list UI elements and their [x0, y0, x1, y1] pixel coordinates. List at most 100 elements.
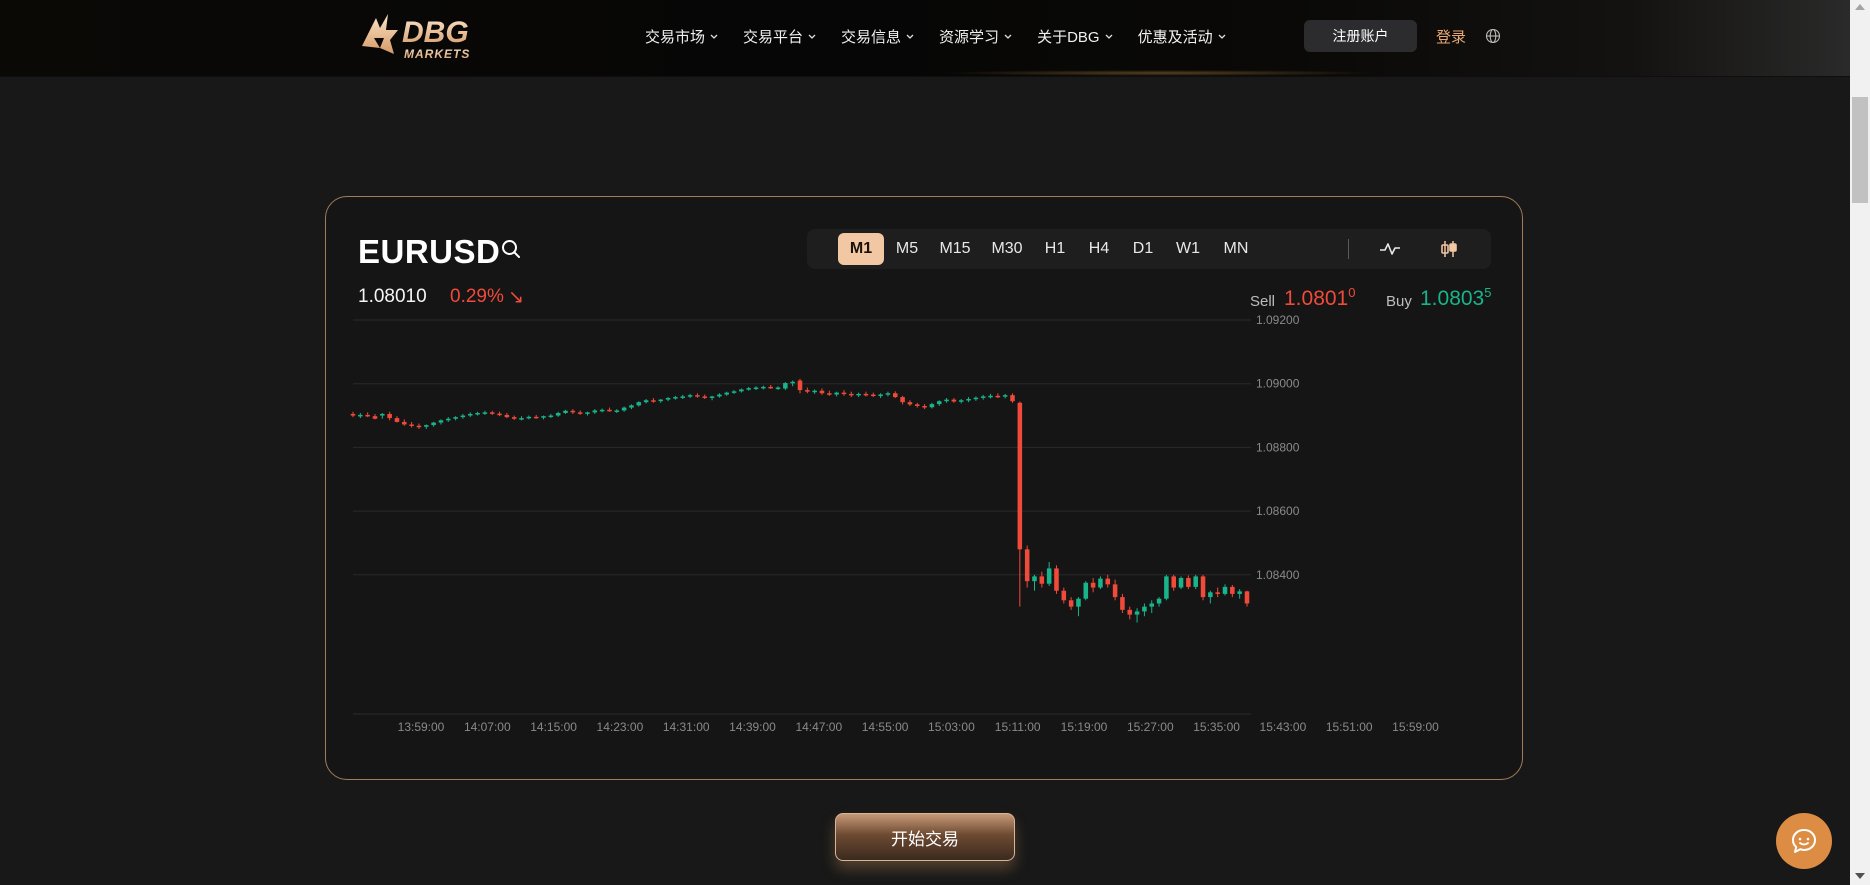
candle: [599, 408, 605, 413]
candle: [856, 392, 861, 398]
candle-body: [358, 414, 363, 417]
candle: [783, 382, 788, 391]
globe-icon[interactable]: [1485, 28, 1501, 44]
candle: [1090, 577, 1096, 593]
candle: [394, 416, 400, 423]
candle: [1002, 393, 1008, 399]
candle-body: [350, 413, 356, 416]
register-account-button[interactable]: 注册账户: [1304, 20, 1417, 52]
candle-body: [402, 421, 407, 425]
scrollbar-thumb[interactable]: [1852, 97, 1868, 203]
candle: [966, 397, 971, 403]
candle-body: [1061, 590, 1067, 601]
candle-body: [497, 413, 502, 416]
candle: [424, 424, 429, 429]
scroll-up-arrow-icon[interactable]: [1855, 4, 1865, 10]
candle: [775, 386, 781, 391]
candle: [739, 388, 744, 393]
candle-body: [797, 380, 803, 391]
candle: [819, 388, 825, 395]
candle-body: [643, 400, 649, 403]
candle: [1032, 574, 1037, 591]
candle: [372, 413, 378, 420]
nav-item-trading-info[interactable]: 交易信息: [841, 26, 915, 47]
candle: [614, 409, 620, 414]
candle-body: [907, 402, 913, 405]
candle-body: [995, 395, 1001, 398]
nav-item-label: 资源学习: [939, 28, 1000, 46]
candle: [526, 415, 532, 420]
nav-item-about[interactable]: 关于DBG: [1037, 26, 1114, 47]
candle: [702, 394, 708, 399]
candle-body: [761, 386, 766, 389]
candle: [1186, 575, 1191, 590]
candle: [548, 413, 554, 419]
candle: [907, 400, 913, 406]
live-chat-button[interactable]: [1776, 813, 1832, 869]
candle-body: [1120, 597, 1125, 610]
candle: [658, 398, 664, 403]
candle-body: [936, 401, 942, 405]
nav-item-promotions[interactable]: 优惠及活动: [1138, 26, 1227, 47]
candle-body: [1142, 606, 1147, 612]
candle-body: [1200, 576, 1206, 598]
scroll-down-arrow-icon[interactable]: [1855, 873, 1865, 879]
candle-body: [885, 393, 891, 395]
dbg-logo[interactable]: DBG MARKETS: [358, 8, 504, 64]
x-tick-label: 14:47:00: [795, 720, 842, 734]
candle: [1039, 571, 1045, 588]
candle-body: [695, 395, 700, 397]
candle-body: [1083, 582, 1089, 599]
candle: [460, 413, 466, 419]
candle-body: [922, 405, 927, 408]
x-tick-label: 14:23:00: [597, 720, 644, 734]
candle-body: [1215, 592, 1220, 594]
candle: [687, 393, 693, 399]
candle: [467, 412, 473, 418]
candle-body: [658, 399, 664, 402]
candle: [497, 411, 502, 417]
x-tick-label: 15:27:00: [1127, 720, 1174, 734]
candle-body: [702, 396, 708, 398]
candle-body: [1068, 600, 1074, 607]
candle-body: [724, 392, 729, 395]
candle: [892, 391, 898, 399]
candle: [1142, 603, 1147, 617]
candle: [541, 415, 546, 420]
candle-body: [431, 422, 436, 426]
nav-item-platforms[interactable]: 交易平台: [743, 26, 817, 47]
quote-card: EURUSD 1.08010 0.29% ↘ M1 M5 M15 M30 H1 …: [325, 196, 1523, 780]
candle-body: [438, 420, 444, 423]
candle-body: [856, 393, 861, 396]
candle-body: [585, 412, 590, 414]
candle-body: [1039, 576, 1045, 584]
candle-body: [387, 413, 392, 419]
candle-body: [511, 417, 517, 419]
login-link[interactable]: 登录: [1436, 26, 1466, 47]
x-tick-label: 15:35:00: [1193, 720, 1240, 734]
candle: [841, 390, 847, 396]
candle: [482, 410, 488, 415]
candle: [812, 389, 817, 394]
candle: [980, 394, 986, 400]
candle: [533, 414, 539, 419]
candle-body: [460, 415, 466, 418]
chevron-down-icon: [808, 34, 816, 39]
candle-body: [731, 391, 737, 393]
candle: [995, 393, 1001, 399]
x-tick-label: 15:43:00: [1260, 720, 1307, 734]
main-nav: 交易市场 交易平台 交易信息 资源学习 关于DBG 优惠及活动: [645, 0, 1251, 72]
candle: [519, 416, 524, 421]
nav-item-markets[interactable]: 交易市场: [645, 26, 719, 47]
candlestick-chart[interactable]: 1.09200 1.09000 1.08800 1.08600 1.08400 13:5…: [326, 197, 1522, 779]
candle-body: [424, 425, 429, 427]
candle-body: [445, 418, 451, 421]
nav-item-learning[interactable]: 资源学习: [939, 26, 1013, 47]
candle-body: [1149, 603, 1155, 607]
candle: [665, 397, 671, 402]
candle-body: [614, 410, 620, 412]
candle-body: [775, 387, 781, 390]
start-trading-button[interactable]: 开始交易: [835, 813, 1015, 861]
candle-body: [958, 400, 964, 402]
candle: [922, 404, 927, 410]
